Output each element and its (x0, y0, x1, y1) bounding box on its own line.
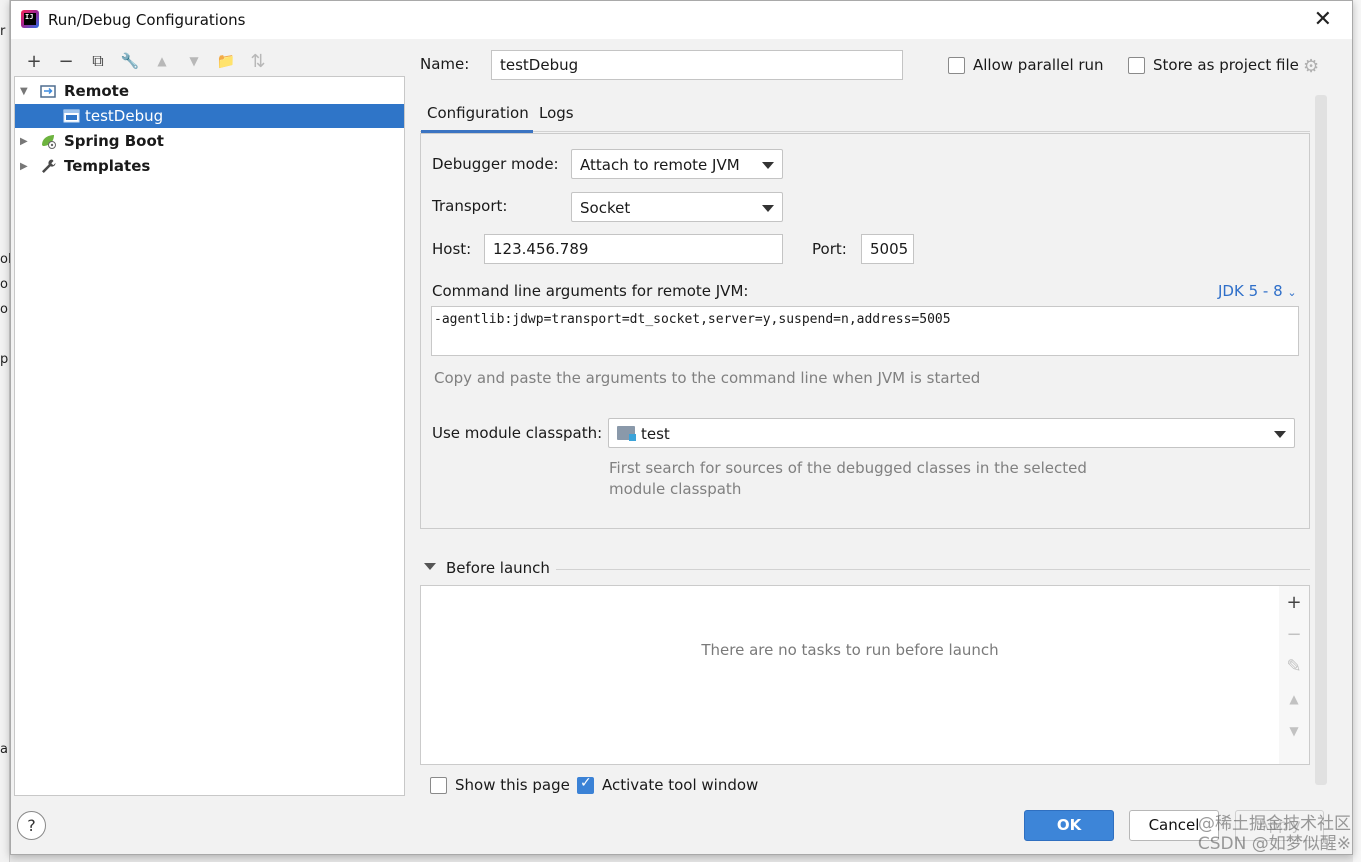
debugger-mode-select[interactable]: Attach to remote JVM (571, 149, 783, 179)
chevron-down-icon (762, 162, 774, 169)
chevron-down-icon (762, 205, 774, 212)
command-line-args-textarea[interactable]: -agentlib:jdwp=transport=dt_socket,serve… (431, 306, 1299, 356)
watermark-line1: @稀土掘金技术社区 (1198, 814, 1351, 834)
host-label: Host: (432, 240, 472, 258)
before-launch-empty-text: There are no tasks to run before launch (701, 641, 999, 659)
activate-tool-window-checkbox[interactable] (577, 775, 594, 794)
before-launch-divider (556, 569, 1310, 570)
expanded-arrow-icon[interactable]: ▼ (20, 86, 28, 97)
spring-boot-icon (42, 135, 56, 149)
host-input[interactable]: 123.456.789 (484, 234, 783, 264)
port-input[interactable]: 5005 (861, 234, 914, 264)
add-task-icon[interactable]: + (1279, 592, 1309, 613)
module-classpath-hint-line1: First search for sources of the debugged… (609, 459, 1087, 477)
vertical-scrollbar[interactable] (1315, 95, 1327, 785)
before-launch-task-list: There are no tasks to run before launch (420, 585, 1280, 765)
chevron-down-icon (1274, 431, 1286, 438)
close-icon[interactable]: ✕ (1314, 7, 1332, 32)
tree-node-testdebug[interactable]: testDebug (15, 104, 404, 128)
tree-node-spring-boot[interactable]: ▶ Spring Boot (15, 129, 404, 153)
tabs-divider (420, 131, 1310, 132)
background-fragment: r (0, 24, 6, 39)
module-classpath-label: Use module classpath: (432, 424, 603, 442)
name-label: Name: (420, 55, 470, 73)
watermark: @稀土掘金技术社区 CSDN @如梦似醒※ (1198, 814, 1351, 854)
tree-node-remote[interactable]: ▼ Remote (15, 79, 404, 103)
transport-label: Transport: (432, 197, 508, 215)
tree-node-label: Remote (64, 82, 130, 100)
module-icon (617, 426, 636, 441)
configuration-tree: ▼ Remote testDebug ▶ Spring Boot ▶ Templ… (14, 76, 405, 796)
before-launch-collapse-icon[interactable] (424, 563, 436, 570)
command-line-args-label: Command line arguments for remote JVM: (432, 282, 749, 300)
sort-icon[interactable]: ⇅ (242, 48, 274, 74)
remove-task-icon[interactable]: − (1279, 624, 1309, 645)
background-fragment: o (0, 277, 8, 292)
tab-configuration[interactable]: Configuration (427, 104, 529, 122)
background-window-edge: r ol o o p a (0, 0, 12, 862)
new-folder-icon[interactable]: 📁 (210, 48, 242, 74)
module-classpath-select[interactable]: test (608, 418, 1295, 448)
before-launch-side-toolbar: + − ✎ ▲ ▼ (1279, 585, 1310, 765)
wrench-icon (42, 159, 56, 173)
add-icon[interactable]: + (18, 48, 50, 74)
background-window-edge-right (1353, 0, 1361, 862)
wrench-icon[interactable]: 🔧 (114, 48, 146, 74)
gear-icon[interactable]: ⚙ (1303, 56, 1319, 77)
ok-button[interactable]: OK (1024, 810, 1114, 841)
tree-node-label: Templates (64, 157, 151, 175)
activate-tool-window-label: Activate tool window (602, 776, 759, 794)
edit-task-icon[interactable]: ✎ (1279, 656, 1309, 677)
move-up-icon[interactable]: ▲ (146, 48, 178, 74)
show-this-page-checkbox[interactable] (430, 777, 447, 794)
remote-debug-icon (40, 85, 56, 98)
store-as-project-file-checkbox[interactable] (1128, 57, 1145, 74)
module-classpath-hint-line2: module classpath (609, 480, 742, 498)
watermark-line2: CSDN @如梦似醒※ (1197, 834, 1351, 854)
window-title: Run/Debug Configurations (48, 11, 246, 29)
name-input[interactable]: testDebug (491, 50, 903, 80)
jdk-version-label: JDK 5 - 8 (1218, 282, 1283, 300)
show-this-page-label: Show this page (455, 776, 570, 794)
config-toolbar: + − ⧉ 🔧 ▲ ▼ 📁 ⇅ (18, 48, 274, 74)
allow-parallel-run-label: Allow parallel run (973, 56, 1104, 74)
store-as-project-file-label: Store as project file (1153, 56, 1299, 74)
transport-value: Socket (580, 199, 631, 217)
background-fragment: o (0, 302, 8, 317)
allow-parallel-run-checkbox[interactable] (948, 57, 965, 74)
collapsed-arrow-icon[interactable]: ▶ (20, 136, 28, 147)
background-fragment: p (0, 352, 9, 367)
transport-select[interactable]: Socket (571, 192, 783, 222)
debugger-mode-label: Debugger mode: (432, 155, 559, 173)
jdk-version-dropdown[interactable]: JDK 5 - 8 ⌄ (1218, 282, 1297, 300)
chevron-down-icon: ⌄ (1287, 286, 1297, 299)
command-line-hint: Copy and paste the arguments to the comm… (434, 369, 981, 387)
debugger-mode-value: Attach to remote JVM (580, 156, 740, 174)
move-down-icon[interactable]: ▼ (178, 48, 210, 74)
tree-node-templates[interactable]: ▶ Templates (15, 154, 404, 178)
tree-node-label: testDebug (85, 107, 164, 125)
move-task-down-icon[interactable]: ▼ (1279, 724, 1309, 738)
copy-icon[interactable]: ⧉ (82, 48, 114, 74)
intellij-logo-icon: IJ (21, 10, 39, 28)
port-label: Port: (812, 240, 847, 258)
title-bar: IJ Run/Debug Configurations ✕ (11, 1, 1352, 39)
help-icon[interactable]: ? (17, 811, 46, 840)
module-classpath-value: test (641, 425, 670, 443)
background-fragment: a (0, 742, 8, 757)
remove-icon[interactable]: − (50, 48, 82, 74)
remote-config-icon (63, 109, 80, 123)
before-launch-title[interactable]: Before launch (446, 559, 550, 577)
move-task-up-icon[interactable]: ▲ (1279, 692, 1309, 706)
collapsed-arrow-icon[interactable]: ▶ (20, 161, 28, 172)
tree-node-label: Spring Boot (64, 132, 164, 150)
tab-logs[interactable]: Logs (539, 104, 574, 122)
